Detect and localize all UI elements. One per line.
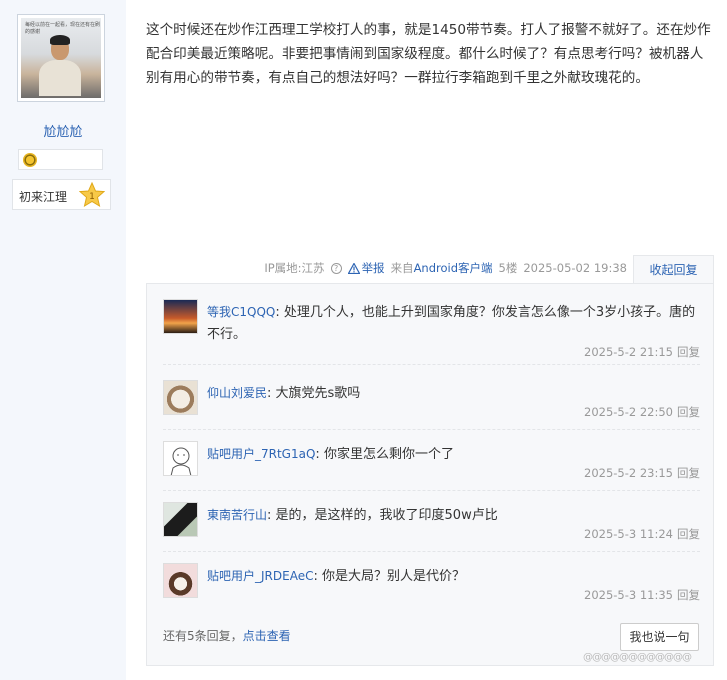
reply-content: 東南苦行山: 是的，是这样的，我收了印度50w卢比 — [207, 508, 498, 523]
level-star-icon: 1 — [79, 182, 105, 208]
reply-avatar[interactable] — [163, 441, 198, 476]
warning-icon — [347, 262, 360, 274]
reply-content: 贴吧用户_7RtG1aQ: 你家里怎么剩你一个了 — [207, 447, 454, 462]
reply-item: 贴吧用户_JRDEAeC: 你是大局？别人是代价？ 2025-5-3 11:35… — [163, 563, 700, 613]
reply-time: 2025-5-2 23:15 — [584, 466, 673, 480]
reply-content: 贴吧用户_JRDEAeC: 你是大局？别人是代价？ — [207, 569, 465, 584]
reply-text: 你是大局？别人是代价？ — [321, 569, 465, 584]
view-more-link[interactable]: 点击查看 — [243, 629, 291, 643]
reply-text: 大旗党先s歌吗 — [275, 386, 361, 401]
level-label: 初来江理 — [19, 190, 68, 204]
reply-avatar[interactable] — [163, 502, 198, 537]
reply-button[interactable]: 回复 — [677, 527, 700, 541]
more-replies-count: 还有5条回复， — [163, 629, 243, 643]
reply-username[interactable]: 等我C1QQQ — [207, 305, 275, 319]
reply-footer: 2025-5-2 22:50 回复 — [584, 404, 700, 420]
reply-text: 是的，是这样的，我收了印度50w卢比 — [275, 508, 498, 523]
floor-number: 5楼 — [498, 261, 518, 275]
post-meta: IP属地:江苏 ? 举报 来自Android客户端 5楼 2025-05-02 … — [264, 260, 627, 276]
reply-username[interactable]: 東南苦行山 — [207, 508, 267, 522]
badge-box — [18, 149, 103, 170]
reply-footer: 2025-5-3 11:24 回复 — [584, 526, 700, 542]
reply-item: 贴吧用户_7RtG1aQ: 你家里怎么剩你一个了 2025-5-2 23:15 回… — [163, 441, 700, 491]
avatar-caption: 每经以前在一起看，现在还有在刷的感谢 — [25, 22, 101, 35]
badge-icon[interactable] — [23, 153, 37, 167]
reply-item: 仰山刘爱民: 大旗党先s歌吗 2025-5-2 22:50 回复 — [163, 380, 700, 430]
reply-item: 等我C1QQQ: 处理几个人，也能上升到国家角度？你发言怎么像一个3岁小孩子。唐… — [163, 299, 700, 365]
reply-username[interactable]: 仰山刘爱民 — [207, 386, 267, 400]
sketch-avatar-icon — [170, 447, 192, 475]
report-button[interactable]: 举报 — [347, 260, 385, 276]
post-content: 这个时候还在炒作江西理工学校打人的事，就是1450带节奏。打人了报警不就好了。还… — [146, 22, 711, 86]
reply-avatar[interactable] — [163, 299, 198, 334]
client-source: 来自Android客户端 — [391, 260, 493, 276]
more-replies: 还有5条回复，点击查看 — [163, 627, 291, 644]
post-time: 2025-05-02 19:38 — [523, 261, 627, 275]
reply-text: 你家里怎么剩你一个了 — [323, 447, 454, 462]
level-badge[interactable]: 初来江理 1 — [12, 179, 111, 210]
info-icon[interactable]: ? — [330, 262, 342, 274]
author-avatar[interactable]: 每经以前在一起看，现在还有在刷的感谢 — [17, 14, 105, 102]
reply-content: 等我C1QQQ: 处理几个人，也能上升到国家角度？你发言怎么像一个3岁小孩子。唐… — [207, 305, 696, 342]
reply-item: 東南苦行山: 是的，是这样的，我收了印度50w卢比 2025-5-3 11:24… — [163, 502, 700, 552]
reply-username[interactable]: 贴吧用户_7RtG1aQ — [207, 447, 315, 461]
client-prefix: 来自 — [390, 261, 414, 275]
ip-location: IP属地:江苏 — [264, 261, 325, 275]
reply-time: 2025-5-2 21:15 — [584, 345, 673, 359]
reply-footer: 2025-5-3 11:35 回复 — [584, 587, 700, 603]
reply-time: 2025-5-2 22:50 — [584, 405, 673, 419]
reply-button[interactable]: 回复 — [677, 345, 700, 359]
reply-button[interactable]: 回复 — [677, 405, 700, 419]
reply-username[interactable]: 贴吧用户_JRDEAeC — [207, 569, 313, 583]
level-number: 1 — [89, 192, 95, 202]
collapse-replies-button[interactable]: 收起回复 — [633, 255, 714, 284]
reply-content: 仰山刘爱民: 大旗党先s歌吗 — [207, 386, 361, 401]
reply-button[interactable]: 回复 — [677, 466, 700, 480]
reply-footer: 2025-5-2 23:15 回复 — [584, 465, 700, 481]
reply-footer: 2025-5-2 21:15 回复 — [584, 344, 700, 360]
reply-avatar[interactable] — [163, 563, 198, 598]
author-name[interactable]: 尬尬尬 — [0, 121, 126, 140]
reply-avatar[interactable] — [163, 380, 198, 415]
author-sidebar: 每经以前在一起看，现在还有在刷的感谢 尬尬尬 初来江理 1 — [0, 0, 126, 680]
watermark: @@@@@@@@@@@@ — [583, 652, 692, 663]
reply-time: 2025-5-3 11:24 — [584, 527, 673, 541]
author-avatar-image: 每经以前在一起看，现在还有在刷的感谢 — [21, 18, 101, 98]
android-client-link[interactable]: Android客户端 — [414, 261, 493, 275]
reply-button[interactable]: 回复 — [677, 588, 700, 602]
reply-text: 处理几个人，也能上升到国家角度？你发言怎么像一个3岁小孩子。唐的不行。 — [207, 305, 696, 342]
reply-time: 2025-5-3 11:35 — [584, 588, 673, 602]
report-label: 举报 — [361, 261, 385, 275]
write-reply-button[interactable]: 我也说一句 — [620, 623, 699, 651]
reply-panel: 等我C1QQQ: 处理几个人，也能上升到国家角度？你发言怎么像一个3岁小孩子。唐… — [146, 283, 714, 666]
